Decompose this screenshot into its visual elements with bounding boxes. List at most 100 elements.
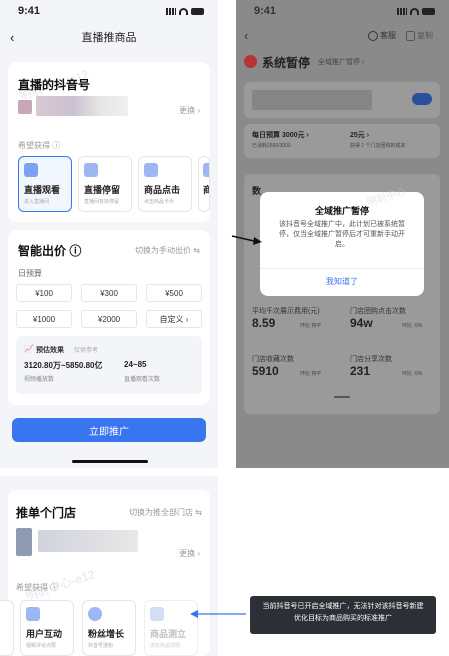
status-sub-link[interactable]: 全域推广暂停 › <box>318 57 364 67</box>
option-partial[interactable]: 商 <box>198 156 210 212</box>
chart-icon: 📈 <box>24 344 34 353</box>
amount-500[interactable]: ¥500 <box>146 284 202 302</box>
stat-label: 平均千次展示费用(元) <box>252 308 320 315</box>
stat-label: 门店收藏次数 <box>252 356 294 363</box>
copy-icon <box>406 30 415 41</box>
option-product-click[interactable]: 商品点击 点击商品卡片 <box>138 156 192 212</box>
clock-icon <box>84 163 98 177</box>
page-title: 直播推商品 <box>81 32 137 44</box>
account-avatar <box>18 100 32 114</box>
toggle-switch[interactable] <box>412 93 432 105</box>
copy-label: 复制 <box>417 31 433 40</box>
change-store-link[interactable]: 更换 › <box>179 548 200 559</box>
option-sub: 视频评论点赞 <box>26 643 57 649</box>
stat-value: 5910 <box>252 364 279 378</box>
forecast-panel: 📈 预估效果 仅供参考 3120.80万~5850.80亿 视频播放数 24~8… <box>16 336 202 394</box>
option-sub: 浏览商品详情 <box>150 643 181 649</box>
option-icon <box>203 163 209 177</box>
option-title: 商品测立 <box>150 629 187 639</box>
callout-box: 当前抖音号已开启全域推广，无法针对该抖音号新建优化目标为商品购买的标准推广 <box>250 596 436 634</box>
hope-label: 希望获得 ⓘ <box>18 141 61 150</box>
store-name <box>38 530 138 552</box>
amount-custom[interactable]: 自定义 › <box>146 310 202 328</box>
wifi-icon <box>179 7 188 15</box>
option-partial-left[interactable] <box>0 600 14 656</box>
home-indicator <box>72 460 148 463</box>
option-title: 直播观看 <box>24 185 61 195</box>
status-bar: 9:41 <box>0 0 218 22</box>
bid-card: 智能出价 ⓘ 切换为手动出价 ⇆ 日预算 ¥100 ¥300 ¥500 ¥100… <box>8 230 210 405</box>
headset-icon <box>368 30 378 41</box>
wifi-icon <box>410 7 419 15</box>
option-live-stay[interactable]: 直播停留 直播间有效停留 <box>78 156 132 212</box>
store-title: 推单个门店 <box>16 506 77 520</box>
dialog-title: 全域推广暂停 <box>314 206 369 216</box>
pointer-arrow <box>231 235 262 245</box>
bid-title: 智能出价 ⓘ <box>18 244 82 258</box>
stat-share: 门店分享次数 231 <box>350 354 392 378</box>
promote-now-button[interactable]: 立即推广 <box>12 418 206 442</box>
account-card: 明前中心-e12 直播的抖音号 更换 › 希望获得 ⓘ 直播观看 进入直播间 直… <box>8 62 210 222</box>
account-card <box>244 82 440 118</box>
option-sub: 直播间有效停留 <box>84 199 120 205</box>
amount-300[interactable]: ¥300 <box>81 284 137 302</box>
forecast-value-2: 24~85 <box>124 360 147 369</box>
amount-2000[interactable]: ¥2000 <box>81 310 137 328</box>
stat-cmp: 环比 持平 <box>300 371 322 377</box>
roi-value[interactable]: 25元 › <box>350 130 369 140</box>
option-fan-growth[interactable]: 粉丝增长 抖音号涨粉 <box>82 600 136 656</box>
option-live-watch[interactable]: 直播观看 进入直播间 <box>18 156 72 212</box>
callout-connector <box>190 610 246 618</box>
battery-icon <box>422 7 435 15</box>
stat-label: 门店分享次数 <box>350 356 392 363</box>
forecast-title: 预估效果 <box>36 347 64 354</box>
stat-value: 94w <box>350 316 373 330</box>
pause-icon <box>244 55 257 68</box>
stat-label: 门店团购点击次数 <box>350 308 406 315</box>
status-time: 9:41 <box>254 5 277 17</box>
service-button[interactable]: 客服 <box>368 30 396 41</box>
back-icon[interactable]: ‹ <box>244 28 248 43</box>
roi-sub: 获得 1 个门店团购的成本 <box>350 143 406 149</box>
account-name <box>36 96 128 116</box>
user-icon <box>88 607 102 621</box>
amount-100[interactable]: ¥100 <box>16 284 72 302</box>
forecast-note: 仅供参考 <box>74 348 99 354</box>
signal-icon <box>166 7 176 15</box>
account-title: 直播的抖音号 <box>18 78 91 92</box>
option-title: 用户互动 <box>26 629 63 639</box>
dialog-ok-button[interactable]: 我知道了 <box>260 276 424 287</box>
account-name <box>252 90 372 110</box>
status-icons <box>166 7 204 15</box>
option-sub: 点击商品卡片 <box>144 199 175 205</box>
option-sub: 进入直播间 <box>24 199 50 205</box>
forecast-label-2: 直播观看次数 <box>124 377 161 383</box>
bid-switch-link[interactable]: 切换为手动出价 ⇆ <box>135 245 200 256</box>
watermark: 明前中心-e12 <box>23 567 97 603</box>
budget-label: 日预算 <box>18 269 42 278</box>
status-time: 9:41 <box>18 5 41 17</box>
budget-sub: 已消耗2500/3000 <box>252 143 291 149</box>
option-user-interaction[interactable]: 用户互动 视频评论点赞 <box>20 600 74 656</box>
stat-fav: 门店收藏次数 5910 <box>252 354 294 378</box>
nav-bar: ‹ 直播推商品 <box>0 22 218 52</box>
copy-button[interactable]: 复制 <box>406 30 433 41</box>
budget-value[interactable]: 每日预算 3000元 › <box>252 130 309 140</box>
phone-screen-live-promo: 9:41 ‹ 直播推商品 明前中心-e12 直播的抖音号 更换 › 希望获得 ⓘ… <box>0 0 218 468</box>
status-icons <box>397 7 435 15</box>
option-sub: 抖音号涨粉 <box>88 643 114 649</box>
store-switch-link[interactable]: 切换为推全部门店 ⇆ <box>129 507 202 518</box>
stat-value: 231 <box>350 364 371 378</box>
service-label: 客服 <box>380 31 396 40</box>
back-icon[interactable]: ‹ <box>10 30 14 45</box>
stat-cmp: 环比 -5% <box>402 323 423 329</box>
option-title: 粉丝增长 <box>88 629 125 639</box>
pause-dialog: 全域推广暂停 该抖音号全域推广中，此计划已被系统暂停，仅当全域推广暂停后才可重新… <box>260 192 424 296</box>
amount-1000[interactable]: ¥1000 <box>16 310 72 328</box>
stat-click: 门店团购点击次数 94w <box>350 306 406 330</box>
page-dots <box>334 396 350 398</box>
change-account-link[interactable]: 更换 › <box>179 105 200 116</box>
option-title: 商 <box>203 183 209 196</box>
forecast-value-1: 3120.80万~5850.80亿 <box>24 361 103 370</box>
dialog-divider <box>260 268 424 269</box>
